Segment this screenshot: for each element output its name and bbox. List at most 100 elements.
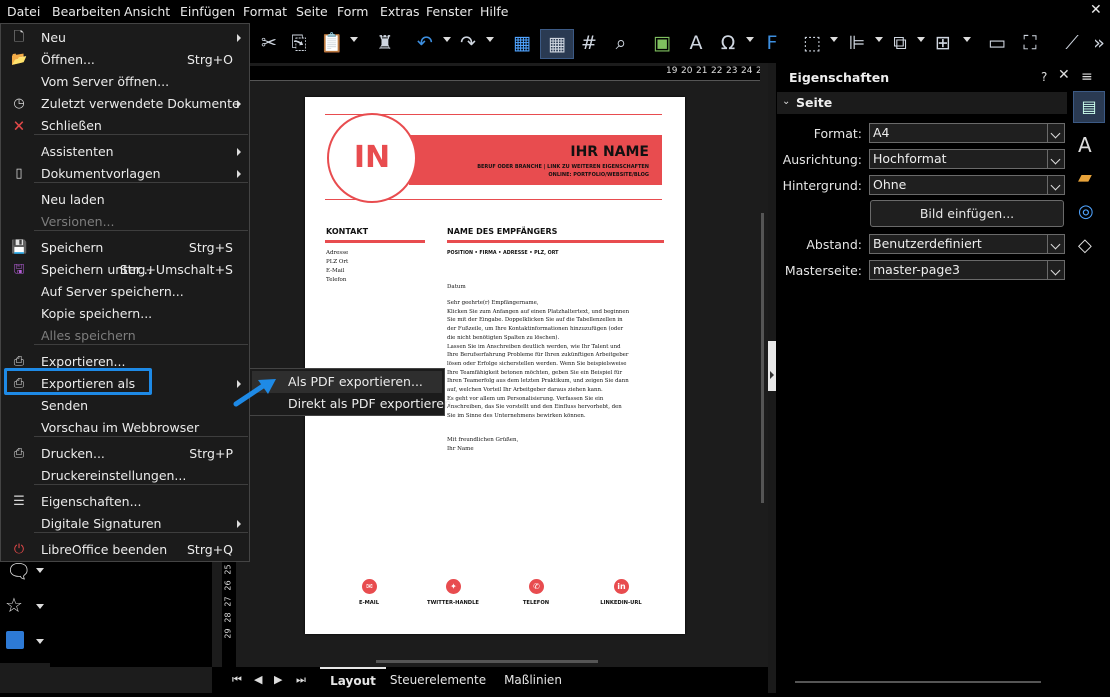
orientation-dropdown[interactable]: Hochformat — [869, 149, 1065, 169]
document-page[interactable]: IN IHR NAME BERUF ODER BRANCHE | LINK ZU… — [305, 97, 685, 634]
tab-layout[interactable]: Layout — [320, 667, 386, 694]
undo-icon[interactable]: ↶ — [413, 29, 437, 57]
properties-deck-icon[interactable]: ▤ — [1073, 91, 1105, 123]
file-menu-item[interactable]: ☰ Eigenschaften... — [2, 491, 249, 513]
hamburger-menu-icon[interactable]: ≡ — [1081, 69, 1093, 85]
file-menu-item[interactable]: Neu laden — [2, 189, 249, 211]
cut-icon[interactable]: ✂ — [258, 29, 280, 57]
clone-formatting-icon[interactable]: ♜ — [374, 29, 396, 57]
menu-datei[interactable]: Datei — [7, 4, 40, 19]
callout-dropdown-icon[interactable] — [36, 568, 44, 573]
file-menu-item[interactable]: Vom Server öffnen... — [2, 71, 249, 93]
file-menu-item[interactable]: 🗋 Neu — [2, 27, 249, 49]
file-menu-item[interactable]: Auf Server speichern... — [2, 281, 249, 303]
special-character-dropdown-icon[interactable] — [746, 37, 754, 42]
sidebar-help-button[interactable]: ? — [1041, 70, 1047, 84]
paste-icon[interactable]: 📋 — [320, 29, 344, 57]
file-menu-item[interactable]: 💾 Speichern Strg+S — [2, 237, 249, 259]
tab-controls[interactable]: Steuerelemente — [388, 667, 488, 692]
grid-icon[interactable]: ▦ — [510, 29, 534, 57]
menu-ansicht[interactable]: Ansicht — [124, 4, 170, 19]
fontwork-icon[interactable]: F — [762, 29, 782, 57]
file-menu-item[interactable]: 📂 Öffnen... Strg+O — [2, 49, 249, 71]
file-menu-item[interactable]: Digitale Signaturen — [2, 513, 249, 535]
chevron-down-icon[interactable] — [1047, 261, 1064, 279]
scrollbar-thumb[interactable] — [761, 213, 764, 503]
navigator-deck-icon[interactable]: ◎ — [1078, 201, 1094, 222]
special-character-icon[interactable]: Ω — [716, 29, 740, 57]
insert-image-icon[interactable]: ▣ — [650, 29, 674, 57]
redo-icon[interactable]: ↷ — [456, 29, 480, 57]
points-icon[interactable]: ⟋ — [1060, 29, 1084, 57]
file-menu-item[interactable]: Senden — [2, 395, 249, 417]
star-dropdown-icon[interactable] — [36, 604, 44, 609]
star-icon[interactable]: ☆ — [5, 593, 23, 617]
file-menu-item[interactable]: ▯ Dokumentvorlagen — [2, 163, 249, 185]
zoom-icon[interactable]: ⌕ — [610, 29, 632, 57]
chevron-down-icon[interactable] — [1047, 124, 1064, 142]
menu-extras[interactable]: Extras — [380, 4, 420, 19]
textbox-icon[interactable]: A — [684, 29, 708, 57]
arrange-icon[interactable]: ⧉ — [888, 29, 912, 57]
insert-image-button[interactable]: Bild einfügen... — [870, 200, 1064, 227]
file-menu-item[interactable]: Assistenten — [2, 141, 249, 163]
menu-bearbeiten[interactable]: Bearbeiten — [52, 4, 121, 19]
menu-format[interactable]: Format — [243, 4, 287, 19]
callout-icon[interactable]: 🗨 — [6, 559, 31, 583]
shapes-deck-icon[interactable]: ◇ — [1078, 235, 1092, 256]
styles-deck-icon[interactable]: A — [1078, 133, 1092, 157]
background-dropdown[interactable]: Ohne — [869, 175, 1065, 195]
last-page-icon[interactable]: ⏭ — [296, 673, 306, 687]
file-menu-item[interactable]: Druckereinstellungen... — [2, 465, 249, 487]
transformations-dropdown-icon[interactable] — [830, 37, 838, 42]
vertical-scrollbar[interactable] — [760, 63, 768, 667]
distribute-dropdown-icon[interactable] — [963, 37, 971, 42]
align-icon[interactable]: ⊫ — [845, 29, 869, 57]
horizontal-scrollbar[interactable] — [376, 660, 598, 663]
3d-object-icon[interactable] — [6, 631, 24, 649]
close-document-icon[interactable]: ✕ — [1090, 2, 1102, 18]
first-page-icon[interactable]: ⏮ — [232, 673, 242, 687]
copy-icon[interactable]: ⎘ — [288, 29, 310, 57]
menu-fenster[interactable]: Fenster — [426, 4, 472, 19]
sidebar-splitter[interactable] — [768, 63, 776, 693]
sidebar-collapse-handle[interactable] — [768, 341, 776, 391]
menu-hilfe[interactable]: Hilfe — [480, 4, 508, 19]
export-as-pdf-item[interactable]: Als PDF exportieren... — [288, 374, 423, 389]
section-chevron-icon[interactable]: ⌄ — [782, 96, 790, 107]
undo-dropdown-icon[interactable] — [443, 37, 451, 42]
file-menu-item[interactable]: Vorschau im Webbrowser — [2, 417, 249, 439]
spacing-dropdown[interactable]: Benutzerdefiniert — [869, 234, 1065, 254]
chevron-down-icon[interactable] — [1047, 176, 1064, 194]
tab-dimension-lines[interactable]: Maßlinien — [498, 667, 568, 692]
file-menu-item[interactable]: Kopie speichern... — [2, 303, 249, 325]
file-menu-item[interactable]: 🗙 Schließen — [2, 115, 249, 137]
arrange-dropdown-icon[interactable] — [917, 37, 925, 42]
collapse-arrow-icon[interactable] — [770, 371, 774, 379]
menu-einfügen[interactable]: Einfügen — [180, 4, 235, 19]
menu-seite[interactable]: Seite — [296, 4, 328, 19]
next-page-icon[interactable]: ▶ — [274, 673, 282, 686]
master-page-dropdown[interactable]: master-page3 — [869, 260, 1065, 280]
format-dropdown[interactable]: A4 — [869, 123, 1065, 143]
file-menu-item[interactable]: 🖫 Speichern unter... Strg+Umschalt+S — [2, 259, 249, 281]
redo-dropdown-icon[interactable] — [486, 37, 494, 42]
gallery-deck-icon[interactable]: ▰ — [1078, 167, 1092, 188]
3d-object-dropdown-icon[interactable] — [36, 639, 44, 644]
file-menu-item[interactable]: ⏻ LibreOffice beenden Strg+Q — [2, 539, 249, 561]
file-menu-item[interactable]: ⎙ Drucken... Strg+P — [2, 443, 249, 465]
file-menu-item[interactable]: ◷ Zuletzt verwendete Dokumente — [2, 93, 249, 115]
previous-page-icon[interactable]: ◀ — [254, 673, 262, 686]
helplines-icon[interactable]: # — [578, 29, 600, 57]
shadow-icon[interactable]: ▭ — [985, 29, 1009, 57]
more-icon[interactable]: » — [1090, 29, 1108, 57]
distribute-icon[interactable]: ⊞ — [930, 29, 956, 57]
chevron-down-icon[interactable] — [1047, 235, 1064, 253]
sidebar-scrollbar[interactable] — [795, 681, 1041, 683]
export-directly-pdf-item[interactable]: Direkt als PDF exportieren — [288, 396, 452, 411]
snap-grid-icon[interactable]: ▦ — [540, 29, 574, 59]
chevron-down-icon[interactable] — [1047, 150, 1064, 168]
menu-form[interactable]: Form — [337, 4, 369, 19]
transformations-icon[interactable]: ⬚ — [800, 29, 824, 57]
align-dropdown-icon[interactable] — [875, 37, 883, 42]
